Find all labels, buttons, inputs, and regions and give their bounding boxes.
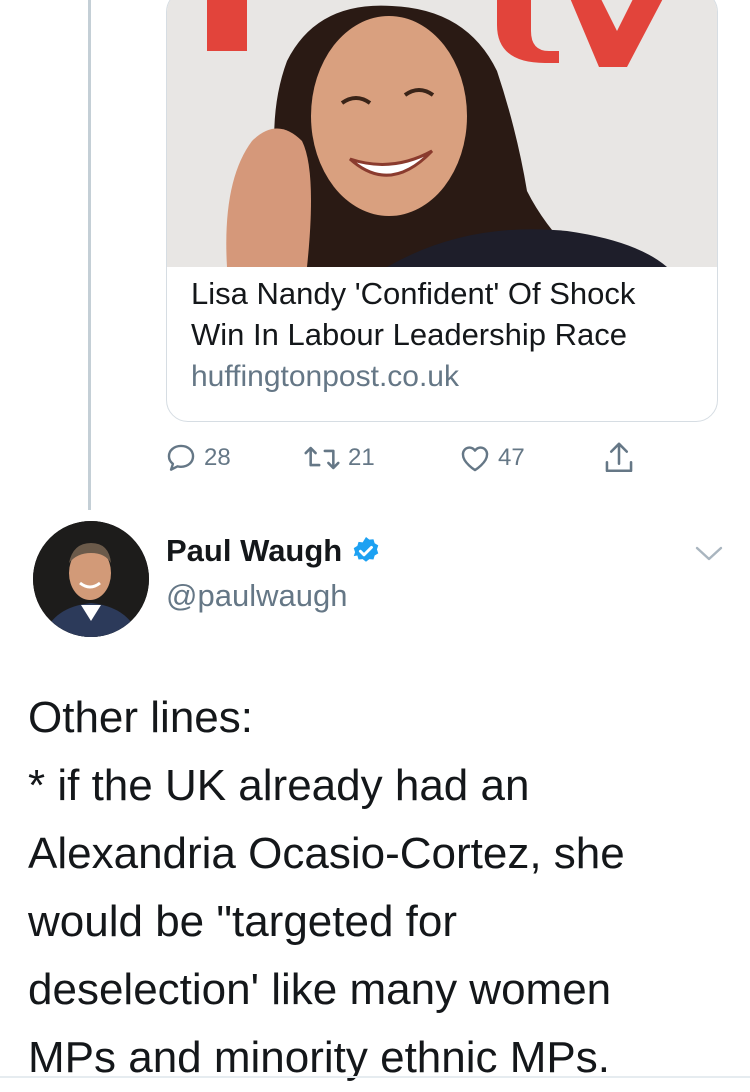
tweet-text-line: Alexandria Ocasio-Cortez, she xyxy=(28,829,625,878)
link-preview-domain: huffingtonpost.co.uk xyxy=(191,360,459,393)
thread-connector-line xyxy=(88,0,91,510)
author-display-name[interactable]: Paul Waugh xyxy=(166,533,342,569)
tweet-text-line: would be "targeted for xyxy=(28,897,457,946)
verified-badge-icon xyxy=(353,537,379,562)
tweet-text-line: MPs and minority ethnic MPs. xyxy=(28,1033,610,1082)
link-preview-title[interactable]: Lisa Nandy 'Confident' Of Shock Win In L… xyxy=(191,273,701,355)
share-icon xyxy=(605,442,633,473)
like-button[interactable]: 47 xyxy=(458,436,525,480)
author-name-row: Paul Waugh xyxy=(166,533,382,569)
retweet-button[interactable]: 21 xyxy=(302,436,375,480)
reply-count: 28 xyxy=(204,444,231,471)
link-preview-title-line: Lisa Nandy 'Confident' Of Shock xyxy=(191,276,636,311)
author-handle[interactable]: @paulwaugh xyxy=(166,578,347,614)
tweet-text-line: Other lines: xyxy=(28,693,253,742)
share-button[interactable] xyxy=(602,436,636,480)
link-preview-image[interactable] xyxy=(167,0,717,267)
reply-button[interactable]: 28 xyxy=(164,436,231,480)
reply-icon xyxy=(167,444,195,471)
link-preview-title-line: Win In Labour Leadership Race xyxy=(191,317,627,352)
heart-icon xyxy=(461,446,489,472)
like-count: 47 xyxy=(498,444,525,471)
tweet-text-line: deselection' like many women xyxy=(28,965,612,1014)
chevron-down-icon[interactable] xyxy=(694,543,724,565)
author-avatar[interactable] xyxy=(33,521,149,637)
link-preview-card[interactable]: Lisa Nandy 'Confident' Of Shock Win In L… xyxy=(166,0,718,422)
tweet-body-text: Other lines: * if the UK already had an … xyxy=(28,684,728,1092)
retweet-icon xyxy=(304,446,340,470)
retweet-count: 21 xyxy=(348,444,375,471)
tweet-text-line: * if the UK already had an xyxy=(28,761,530,810)
tweet-action-bar: 28 21 47 xyxy=(164,436,664,480)
